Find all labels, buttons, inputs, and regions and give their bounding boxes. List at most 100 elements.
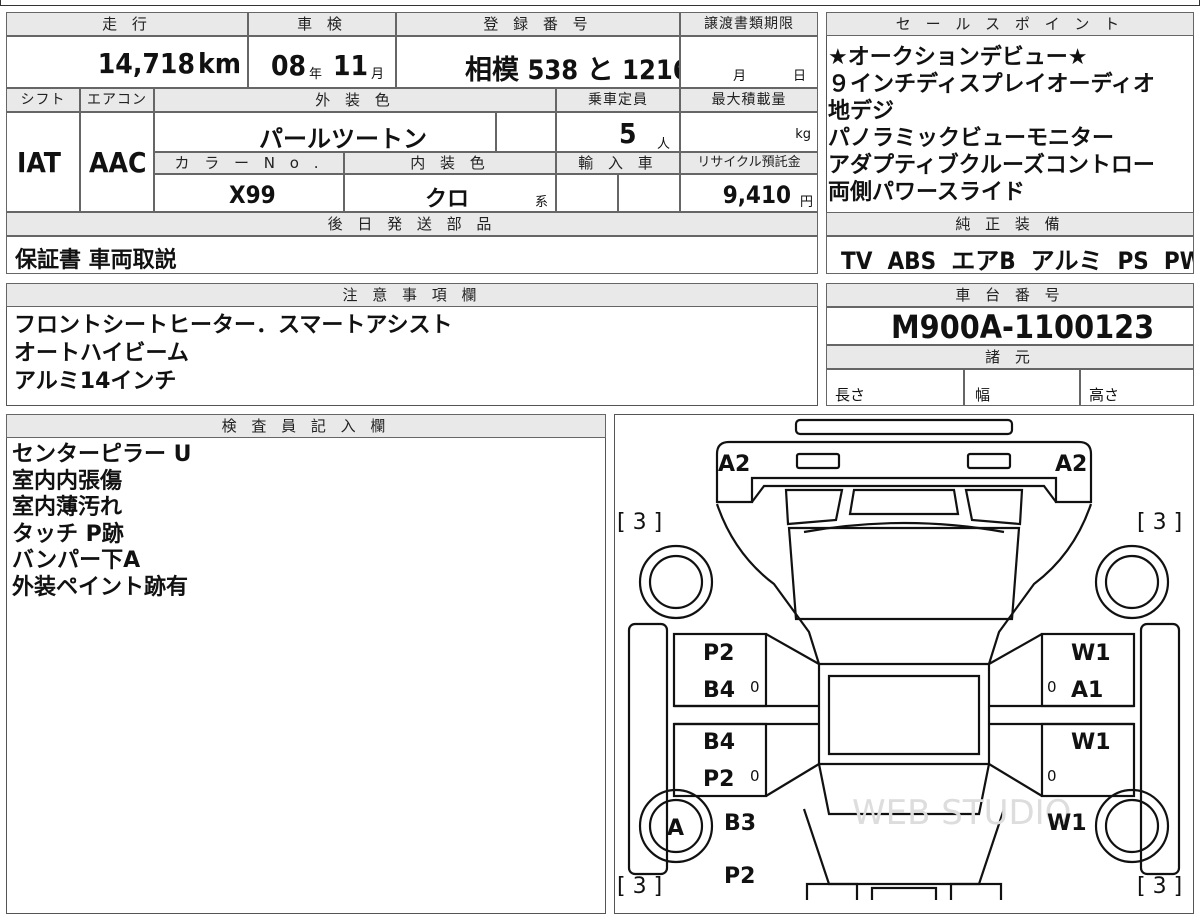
sales-points-header: セ ー ル ス ポ イ ン ト	[826, 12, 1194, 36]
rear-bumper-left	[805, 882, 859, 900]
recycle-unit: 円	[799, 195, 813, 210]
inspector-lines: センターピラー U 室内内張傷 室内薄汚れ タッチ P跡 バンパー下A 外装ペイ…	[12, 442, 192, 601]
shift-value: IAT	[17, 146, 61, 179]
import-cell-1	[556, 174, 618, 212]
chassis-number-header: 車 台 番 号	[826, 283, 1194, 307]
interior-color-suffix: 系	[535, 195, 549, 210]
rear-bumper-right	[949, 882, 1003, 900]
top-cutoff-strip	[0, 0, 1200, 6]
shift-cell: IAT	[6, 112, 80, 212]
mark-front-left: A2	[718, 452, 751, 477]
front-bumper-shape	[794, 418, 1014, 436]
spec-width-label: 幅	[975, 386, 991, 404]
mark-door-rr-1: W1	[1071, 730, 1111, 755]
sales-point-item: 地デジ	[828, 99, 895, 124]
fender-left-shape	[784, 488, 844, 526]
inspector-line: 室内薄汚れ	[12, 495, 123, 520]
interior-color-header: 内 装 色	[344, 152, 556, 174]
front-body-outline	[715, 440, 1093, 504]
chassis-number-value: M900A-1100123	[891, 308, 1155, 345]
mark-zero: 0	[1047, 678, 1057, 696]
transfer-deadline-header: 譲渡書類期限	[680, 12, 818, 36]
notes-lines: フロントシートヒーター．スマートアシスト オートハイビーム アルミ14インチ	[14, 312, 452, 396]
exterior-color-cell: パールツートン	[154, 112, 496, 152]
mark-door-fl-2: B4	[703, 678, 736, 703]
transfer-deadline-cell: 月 日	[680, 36, 818, 88]
wheel-front-right-inner	[1104, 554, 1160, 610]
inspector-line: 外装ペイント跡有	[12, 574, 189, 600]
mark-tire-fr: [ 3 ]	[1137, 510, 1183, 535]
recycle-cell: 9,410 円	[680, 174, 818, 212]
aircon-value: AAC	[89, 146, 147, 179]
headlight-right-shape	[966, 452, 1012, 470]
recycle-header: リサイクル預託金	[680, 152, 818, 174]
spec-length-cell: 長さ	[826, 369, 964, 406]
capacity-header: 乗車定員	[556, 88, 680, 112]
notes-line: フロントシートヒーター．スマートアシスト	[14, 313, 453, 338]
registration-number: 相模 538 と 1216	[465, 55, 680, 86]
later-parts-value: 保証書 車両取説	[15, 248, 177, 273]
sales-points-list: ★オークションデビュー★ ９インチディスプレイオーディオ 地デジ パノラミックビ…	[828, 44, 1155, 206]
inspector-header: 検 査 員 記 入 欄	[6, 414, 606, 438]
max-load-unit: kg	[795, 127, 811, 142]
capacity-value: 5	[619, 117, 637, 150]
genuine-equipment-value: TV ABS エアB アルミ PS PW	[841, 247, 1194, 274]
specs-header: 諸 元	[826, 345, 1194, 369]
shaken-header: 車 検	[248, 12, 396, 36]
notes-line: オートハイビーム	[14, 341, 189, 366]
color-no-header: カ ラ ー N o .	[154, 152, 344, 174]
transfer-month-unit: 月	[733, 69, 747, 84]
max-load-cell: kg	[680, 112, 818, 152]
mark-door-rl-1: B4	[703, 730, 736, 755]
side-panel-right	[1139, 622, 1181, 876]
watermark: WEB STUDIO	[852, 793, 1071, 833]
notes-line: アルミ14インチ	[14, 369, 177, 394]
mark-zero: 0	[750, 767, 760, 785]
exterior-color-header: 外 装 色	[154, 88, 556, 112]
color-no-value: X99	[229, 181, 276, 209]
mark-zero: 0	[1047, 767, 1057, 785]
sales-point-item: パノラミックビューモニター	[828, 126, 1115, 151]
mark-tire-rr: [ 3 ]	[1137, 874, 1183, 899]
notes-header: 注 意 事 項 欄	[6, 283, 818, 307]
mark-rear-left-1: B3	[724, 811, 757, 836]
inspector-line: センターピラー U	[12, 442, 192, 467]
inspector-line: バンパー下A	[12, 548, 141, 573]
rear-bumper-center	[870, 886, 938, 900]
mark-wheel-rl: A	[667, 816, 685, 841]
windshield-outline	[787, 526, 1021, 621]
hood-outline	[751, 484, 1057, 503]
shift-header: シフト	[6, 88, 80, 112]
color-no-cell: X99	[154, 174, 344, 212]
import-header: 輸 入 車	[556, 152, 680, 174]
mark-rear-right: W1	[1047, 811, 1087, 836]
sales-point-item: アダプティブクルーズコントロー	[828, 153, 1155, 178]
genuine-equipment-header: 純 正 装 備	[826, 212, 1194, 236]
interior-color-cell: クロ 系	[344, 174, 556, 212]
aircon-header: エアコン	[80, 88, 154, 112]
registration-cell: 相模 538 と 1216	[396, 36, 680, 88]
shaken-month: 11	[333, 49, 369, 82]
mark-door-fl-1: P2	[703, 641, 735, 666]
interior-color-value: クロ	[425, 187, 470, 212]
spec-width-cell: 幅	[964, 369, 1080, 406]
mark-rear-left-2: P2	[724, 864, 756, 889]
wheel-rear-right-inner	[1104, 798, 1160, 854]
shaken-month-unit: 月	[371, 67, 385, 82]
chassis-number-cell: M900A-1100123	[826, 307, 1194, 345]
inspector-line: タッチ P跡	[12, 521, 124, 547]
mileage-header: 走 行	[6, 12, 248, 36]
transfer-day-unit: 日	[793, 69, 807, 84]
mark-door-fr-2: A1	[1071, 678, 1104, 703]
shaken-year-unit: 年	[309, 67, 323, 82]
mileage-unit: km	[198, 47, 241, 80]
capacity-unit: 人	[657, 137, 671, 152]
mark-door-rl-2: P2	[703, 767, 735, 792]
spec-height-label: 高さ	[1089, 386, 1120, 404]
grille-shape	[848, 488, 960, 516]
mark-tire-rl: [ 3 ]	[617, 874, 663, 899]
spec-height-cell: 高さ	[1080, 369, 1194, 406]
later-parts-cell: 保証書 車両取説	[6, 236, 818, 274]
sales-point-item: ９インチディスプレイオーディオ	[828, 72, 1155, 97]
door-right-trim	[988, 633, 1043, 797]
